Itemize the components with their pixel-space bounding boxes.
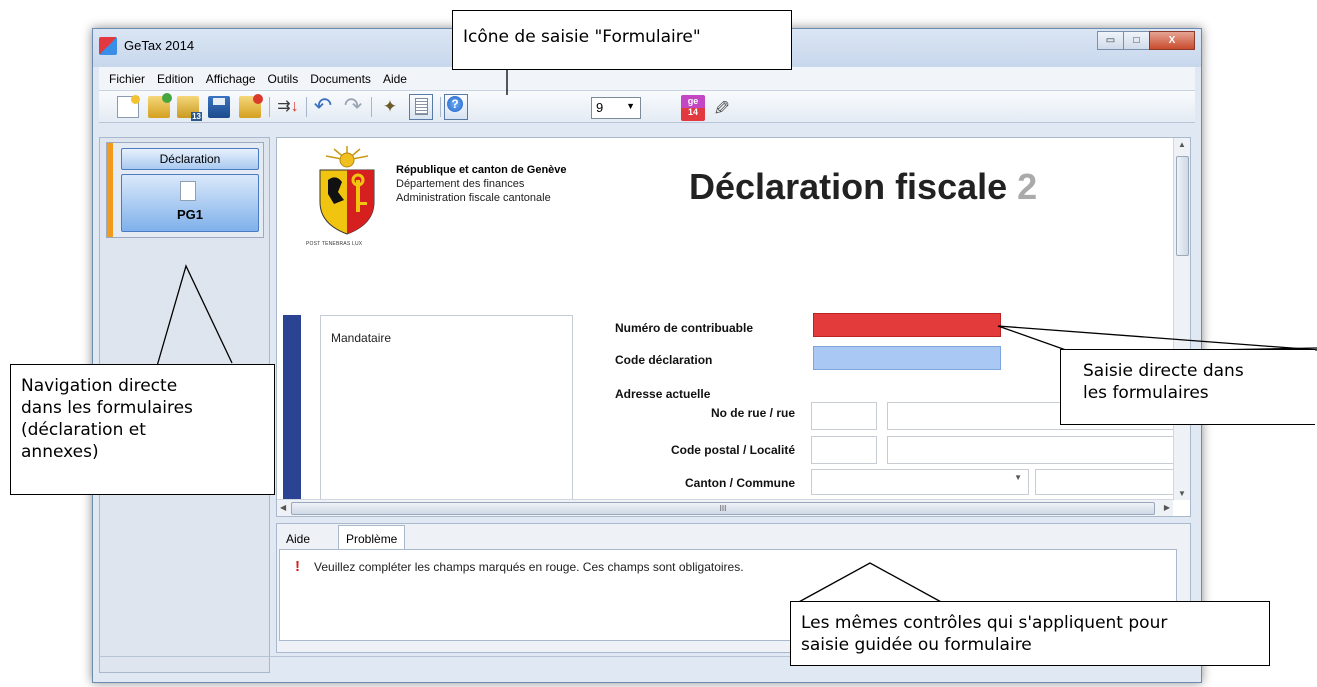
maximize-button[interactable]: □ bbox=[1123, 31, 1150, 50]
toolbar-separator bbox=[306, 97, 307, 117]
section-marker bbox=[283, 315, 301, 516]
app-icon bbox=[99, 37, 117, 55]
adresse-actuelle-label: Adresse actuelle bbox=[615, 387, 711, 401]
code-postal-label: Code postal / Localité bbox=[670, 443, 795, 457]
menu-edition[interactable]: Edition bbox=[151, 72, 200, 86]
app-window: GeTax 2014 ▭ □ X Fichier Edition Afficha… bbox=[92, 28, 1202, 683]
code-declaration-label: Code déclaration bbox=[615, 353, 713, 367]
code-declaration-input[interactable] bbox=[813, 346, 1001, 370]
no-rue-label: No de rue / rue bbox=[710, 406, 795, 420]
menu-documents[interactable]: Documents bbox=[304, 72, 377, 86]
transfer-icon[interactable]: ⇉↓ bbox=[277, 96, 299, 118]
tab-aide[interactable]: Aide bbox=[279, 528, 317, 550]
close-button[interactable]: X bbox=[1149, 31, 1195, 50]
canton-select[interactable]: ▼ bbox=[811, 469, 1029, 495]
page-thumbnail-icon bbox=[180, 181, 196, 201]
menu-aide[interactable]: Aide bbox=[377, 72, 413, 86]
page-title-cut: 2 bbox=[1017, 166, 1038, 207]
import-icon[interactable] bbox=[177, 96, 203, 121]
form-view: POST TENEBRAS LUX République et canton d… bbox=[276, 137, 1191, 517]
page-pg1-label: PG1 bbox=[176, 207, 203, 222]
callout-formulaire-text: Icône de saisie "Formulaire" bbox=[463, 27, 701, 47]
code-postal-input[interactable] bbox=[811, 436, 877, 464]
header-departement: Département des finances bbox=[396, 178, 525, 190]
toolbar: ⇉↓ ↶ ↷ ✦ 9 ▼ ge 14 ✎ bbox=[99, 91, 1195, 123]
canton-commune-label: Canton / Commune bbox=[685, 476, 795, 490]
callout-navigation: Navigation directe dans les formulaires … bbox=[10, 364, 275, 495]
callout-saisie-directe: Saisie directe dans les formulaires bbox=[1060, 349, 1315, 425]
undo-icon[interactable]: ↶ bbox=[312, 95, 334, 118]
open-folder-icon[interactable] bbox=[148, 93, 172, 118]
chevron-down-icon: ▼ bbox=[626, 101, 635, 111]
mandataire-box[interactable]: Mandataire bbox=[320, 315, 573, 516]
vertical-scrollbar[interactable]: ▲ ▼ bbox=[1173, 138, 1190, 500]
declaration-button[interactable]: Déclaration bbox=[121, 148, 259, 170]
page-title: Déclaration fiscale 2 bbox=[689, 166, 1037, 208]
ge14-badge-bottom: 14 bbox=[687, 107, 698, 117]
scroll-up-icon[interactable]: ▲ bbox=[1178, 140, 1186, 149]
callout-saisie-line2: les formulaires bbox=[1083, 383, 1209, 403]
window-controls: ▭ □ X bbox=[1097, 31, 1195, 50]
callout-navigation-line4: annexes) bbox=[21, 442, 99, 462]
pencil-icon[interactable]: ✎ bbox=[708, 99, 733, 116]
toolbar-separator bbox=[371, 97, 372, 117]
callout-formulaire-icon: Icône de saisie "Formulaire" bbox=[452, 10, 792, 70]
help-icon[interactable] bbox=[444, 94, 468, 120]
callout-navigation-line1: Navigation directe bbox=[21, 376, 178, 396]
callout-controles-line1: Les mêmes contrôles qui s'appliquent pou… bbox=[801, 613, 1168, 633]
mandataire-label: Mandataire bbox=[331, 331, 392, 345]
callout-saisie-line1: Saisie directe dans bbox=[1083, 361, 1244, 381]
page-pg1-button[interactable]: PG1 bbox=[121, 174, 259, 232]
numero-contribuable-input[interactable] bbox=[813, 313, 1001, 337]
page-title-main: Déclaration fiscale bbox=[689, 166, 1018, 207]
export-icon[interactable] bbox=[239, 94, 263, 118]
problem-message: Veuillez compléter les champs marqués en… bbox=[314, 560, 744, 574]
geneva-crest-icon bbox=[319, 146, 375, 235]
chevron-down-icon: ▼ bbox=[1014, 473, 1022, 482]
redo-icon[interactable]: ↷ bbox=[342, 95, 364, 118]
ge14-badge-top: ge bbox=[687, 96, 699, 106]
wizard-icon[interactable]: ✦ bbox=[379, 96, 401, 118]
callout-controles-line2: saisie guidée ou formulaire bbox=[801, 635, 1032, 655]
save-icon[interactable] bbox=[208, 96, 230, 118]
form-mode-icon[interactable] bbox=[409, 94, 433, 120]
header-republique: République et canton de Genève bbox=[396, 164, 567, 176]
localite-input[interactable] bbox=[887, 436, 1177, 464]
scroll-right-icon[interactable]: ▶ bbox=[1164, 503, 1170, 512]
zoom-value: 9 bbox=[596, 100, 604, 115]
scroll-left-icon[interactable]: ◀ bbox=[280, 503, 286, 512]
menu-outils[interactable]: Outils bbox=[262, 72, 305, 86]
ge14-web-icon[interactable]: ge 14 bbox=[681, 95, 705, 121]
menu-bar: Fichier Edition Affichage Outils Documen… bbox=[99, 67, 1195, 91]
commune-select[interactable] bbox=[1035, 469, 1185, 495]
new-document-icon[interactable] bbox=[117, 95, 140, 118]
no-rue-input[interactable] bbox=[811, 402, 877, 430]
nav-group-declaration: Déclaration PG1 bbox=[106, 142, 264, 238]
zoom-select[interactable]: 9 ▼ bbox=[591, 97, 641, 119]
menu-fichier[interactable]: Fichier bbox=[103, 72, 151, 86]
vertical-scroll-thumb[interactable] bbox=[1176, 156, 1189, 256]
callout-navigation-line2: dans les formulaires bbox=[21, 398, 193, 418]
window-title: GeTax 2014 bbox=[124, 38, 195, 53]
scroll-down-icon[interactable]: ▼ bbox=[1178, 489, 1186, 498]
callout-controles: Les mêmes contrôles qui s'appliquent pou… bbox=[790, 601, 1270, 666]
warning-icon: ! bbox=[295, 558, 300, 575]
numero-contribuable-label: Numéro de contribuable bbox=[615, 321, 754, 335]
menu-affichage[interactable]: Affichage bbox=[200, 72, 262, 86]
tab-probleme[interactable]: Problème bbox=[338, 525, 406, 550]
horizontal-scrollbar[interactable]: ◀ III ▶ bbox=[277, 499, 1173, 516]
callout-navigation-line3: (déclaration et bbox=[21, 420, 146, 440]
crest-motto: POST TENEBRAS LUX bbox=[306, 241, 363, 247]
minimize-button[interactable]: ▭ bbox=[1097, 31, 1124, 50]
toolbar-separator bbox=[440, 97, 441, 117]
toolbar-separator bbox=[269, 97, 270, 117]
header-administration: Administration fiscale cantonale bbox=[396, 192, 551, 204]
horizontal-scroll-thumb[interactable]: III bbox=[291, 502, 1155, 515]
